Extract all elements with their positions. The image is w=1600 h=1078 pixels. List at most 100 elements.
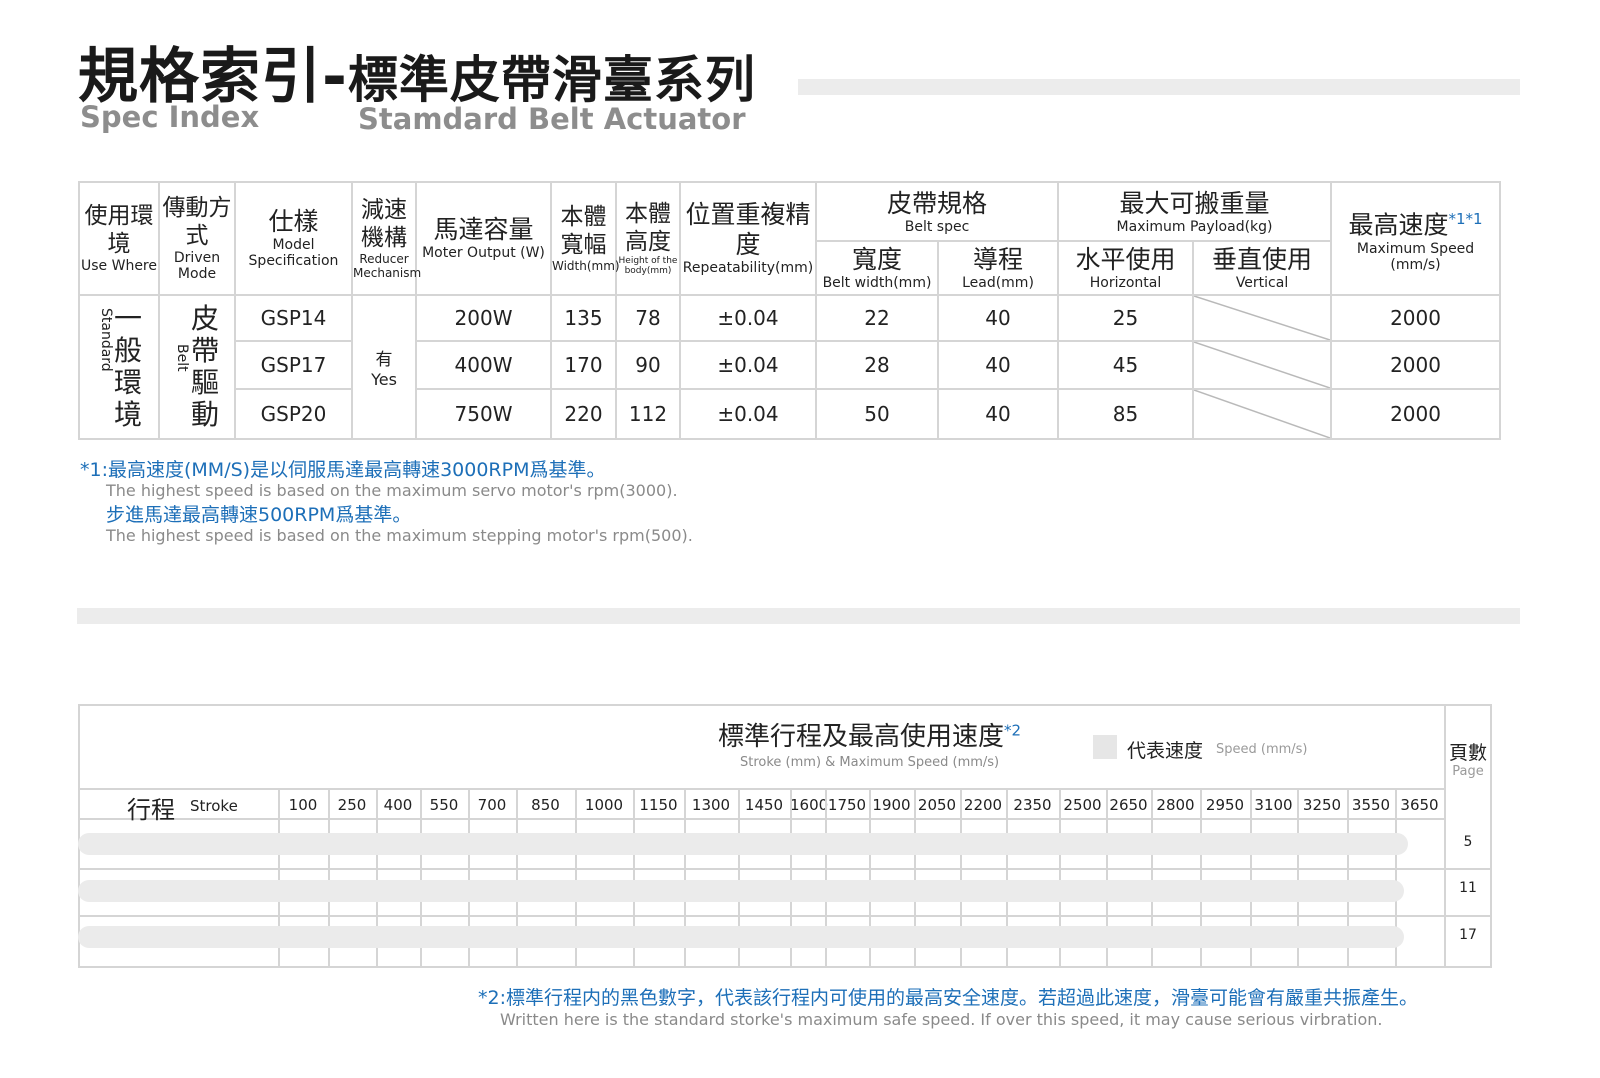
stroke-value: 700 xyxy=(477,796,507,814)
model-cell: GSP14 xyxy=(234,293,353,343)
legend-swatch xyxy=(1093,735,1117,759)
stroke-value: 2350 xyxy=(1013,796,1052,814)
stroke-label: 行程 xyxy=(127,796,175,824)
header-belt-spec: 皮帶規格 Belt spec xyxy=(814,180,1060,243)
height-cell: 90 xyxy=(615,340,681,390)
note-1-zh: *1:最高速度(MM/S)是以伺服馬達最高轉速3000RPM爲基準。 xyxy=(80,459,606,481)
stroke-value: 1300 xyxy=(691,796,731,814)
header-width: 本體寬幅 Width(mm) xyxy=(550,181,620,296)
note-2-zh: *2:標準行程内的黑色數字，代表該行程内可使用的最高安全速度。若超過此速度，滑臺… xyxy=(478,987,1418,1009)
belt-width-cell: 50 xyxy=(815,387,939,441)
page-header: 頁數 xyxy=(1448,742,1487,764)
speed-band xyxy=(78,833,1408,855)
stroke-label-en: Stroke xyxy=(190,797,238,815)
header-divider-band xyxy=(798,79,1520,95)
page-number: 11 xyxy=(1459,880,1477,896)
stroke-value: 3100 xyxy=(1254,796,1293,814)
header-use-where: 使用環境 Use Where xyxy=(78,181,160,296)
height-cell: 78 xyxy=(615,293,681,343)
width-cell: 135 xyxy=(550,293,617,343)
grid-line xyxy=(78,868,1492,870)
table-row: Standard 一般環境 Belt 皮帶驅動 GSP14 有 Yes 200W 13… xyxy=(78,293,1502,441)
stroke-value: 2800 xyxy=(1156,796,1195,814)
motor-cell: 400W xyxy=(415,340,552,390)
page-subtitle-belt-actuator: Stamdard Belt Actuator xyxy=(358,102,746,136)
lead-cell: 40 xyxy=(936,387,1060,441)
stroke-value: 1450 xyxy=(744,796,784,814)
stroke-table-subtitle: Stroke (mm) & Maximum Speed (mm/s) xyxy=(740,755,1000,770)
spec-table: 使用環境 Use Where 傳動方式 Driven Mode 仕樣 Model Sp… xyxy=(78,180,1502,441)
stroke-value: 850 xyxy=(531,796,560,814)
horizontal-cell: 25 xyxy=(1057,293,1195,343)
motor-cell: 200W xyxy=(415,293,552,343)
speed-band xyxy=(78,926,1404,948)
vertical-na-cell xyxy=(1192,340,1333,390)
header-vertical: 垂直使用 Vertical xyxy=(1192,240,1333,296)
page-header-en: Page xyxy=(1452,764,1484,779)
stroke-table-title: 標準行程及最高使用速度*2 xyxy=(718,721,1022,752)
stroke-value: 3650 xyxy=(1400,796,1439,814)
belt-width-cell: 22 xyxy=(815,293,939,343)
stroke-value: 3250 xyxy=(1302,796,1342,814)
header-repeatability: 位置重複精度 Repeatability(mm) xyxy=(679,181,817,296)
table-row: GSP20 750W 220 112 ±0.04 50 40 85 2000 xyxy=(79,387,1502,441)
stroke-value: 1000 xyxy=(584,796,624,814)
stroke-value: 550 xyxy=(429,796,459,814)
note-1-en-2: The highest speed is based on the maximu… xyxy=(106,526,693,545)
header-max-payload: 最大可搬重量 Maximum Payload(kg) xyxy=(1057,180,1333,243)
page-number: 5 xyxy=(1463,834,1473,850)
stroke-value: 2650 xyxy=(1109,796,1148,814)
repeat-cell: ±0.04 xyxy=(679,340,817,390)
stroke-value: 100 xyxy=(288,796,318,814)
use-where-cell: Standard 一般環境 xyxy=(78,293,160,441)
header-belt-width: 寬度 Belt width(mm) xyxy=(815,240,939,296)
motor-cell: 750W xyxy=(415,387,552,441)
width-cell: 170 xyxy=(550,340,617,390)
stroke-value: 250 xyxy=(337,796,367,814)
vertical-na-cell xyxy=(1192,387,1333,441)
header-horizontal: 水平使用 Horizontal xyxy=(1057,240,1195,296)
header-height: 本體高度 Height of the body(mm) xyxy=(615,181,681,296)
width-cell: 220 xyxy=(550,387,617,441)
header-motor-output: 馬達容量 Moter Output (W) xyxy=(415,181,552,296)
section-divider-band xyxy=(77,608,1520,624)
speed-cell: 2000 xyxy=(1330,340,1502,390)
repeat-cell: ±0.04 xyxy=(679,387,817,441)
stroke-value: 2950 xyxy=(1205,796,1245,814)
note-1-zh-2: 步進馬達最高轉速500RPM爲基準。 xyxy=(106,504,412,526)
legend-label: 代表速度 xyxy=(1127,740,1204,762)
repeat-cell: ±0.04 xyxy=(679,293,817,343)
table-row: GSP17 400W 170 90 ±0.04 28 40 45 2000 xyxy=(79,340,1502,390)
stroke-value: 3550 xyxy=(1351,796,1391,814)
page-number: 17 xyxy=(1459,927,1477,943)
model-cell: GSP17 xyxy=(234,340,353,390)
header-model: 仕樣 Model Specification xyxy=(234,181,353,296)
grid-line xyxy=(78,915,1492,917)
stroke-value: 1900 xyxy=(872,796,911,814)
stroke-value: 400 xyxy=(383,796,413,814)
speed-cell: 2000 xyxy=(1330,293,1502,343)
reducer-cell: 有 Yes xyxy=(351,293,417,441)
stroke-value: 1600 xyxy=(790,796,829,814)
horizontal-cell: 85 xyxy=(1057,387,1195,441)
belt-width-cell: 28 xyxy=(815,340,939,390)
stroke-value: 2200 xyxy=(963,796,1003,814)
note-1-en: The highest speed is based on the maximu… xyxy=(106,481,678,500)
horizontal-cell: 45 xyxy=(1057,340,1195,390)
stroke-value: 2500 xyxy=(1063,796,1102,814)
speed-band xyxy=(78,880,1404,902)
stroke-value: 2050 xyxy=(917,796,957,814)
stroke-value: 1750 xyxy=(827,796,867,814)
note-2-en: Written here is the standard storke's ma… xyxy=(500,1010,1383,1029)
height-cell: 112 xyxy=(615,387,681,441)
vertical-na-cell xyxy=(1192,293,1333,343)
lead-cell: 40 xyxy=(936,293,1060,343)
header-max-speed: 最高速度*1*1 Maximum Speed (mm/s) xyxy=(1330,181,1502,296)
stroke-value: 1150 xyxy=(639,796,678,814)
speed-cell: 2000 xyxy=(1330,387,1502,441)
header-driven-mode: 傳動方式 Driven Mode xyxy=(158,181,236,296)
lead-cell: 40 xyxy=(936,340,1060,390)
page-subtitle-spec-index: Spec Index xyxy=(80,100,260,134)
header-lead: 導程 Lead(mm) xyxy=(936,240,1060,296)
legend-label-en: Speed (mm/s) xyxy=(1216,742,1308,757)
